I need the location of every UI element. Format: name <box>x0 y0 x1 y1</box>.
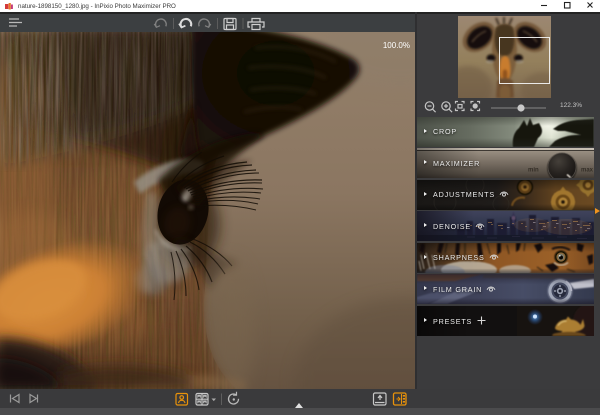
svg-text:100.0%: 100.0% <box>383 41 410 50</box>
